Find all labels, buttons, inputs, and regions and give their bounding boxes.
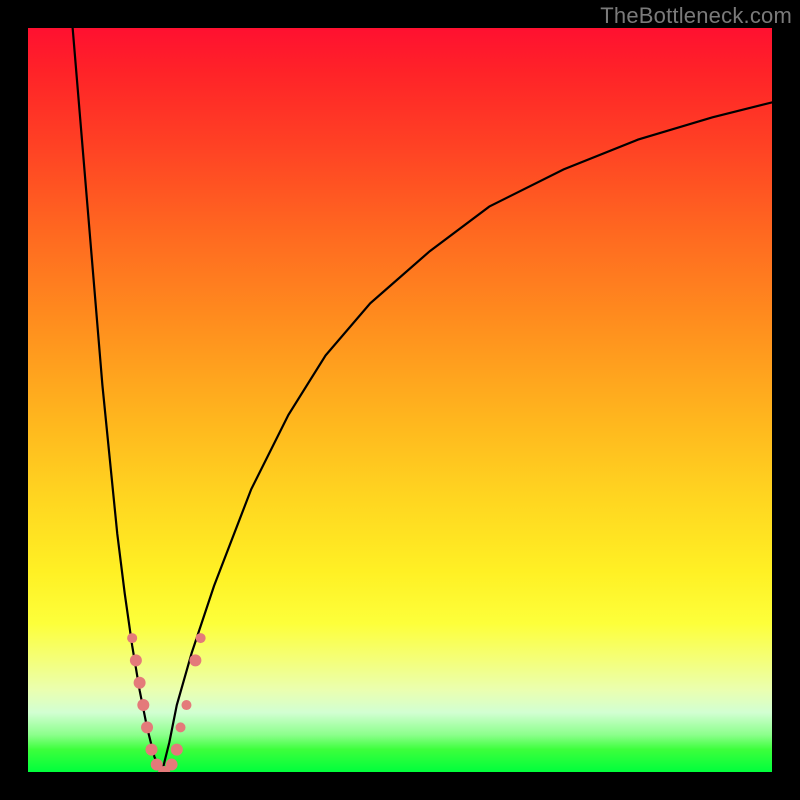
marker-dot <box>130 654 142 666</box>
marker-dot <box>141 721 153 733</box>
curve-layer <box>28 28 772 772</box>
curve-right-branch <box>162 102 772 772</box>
marker-dot <box>189 654 201 666</box>
marker-dot <box>134 677 146 689</box>
marker-dot <box>171 744 183 756</box>
marker-dot <box>137 699 149 711</box>
bottleneck-curve <box>73 28 772 772</box>
chart-frame: TheBottleneck.com <box>0 0 800 800</box>
watermark-text: TheBottleneck.com <box>600 3 792 29</box>
curve-left-branch <box>73 28 162 772</box>
marker-dot <box>146 744 158 756</box>
marker-dot <box>181 700 191 710</box>
marker-dot <box>176 722 186 732</box>
marker-dot <box>166 759 178 771</box>
plot-area <box>28 28 772 772</box>
marker-dot <box>196 633 206 643</box>
marker-dot <box>127 633 137 643</box>
